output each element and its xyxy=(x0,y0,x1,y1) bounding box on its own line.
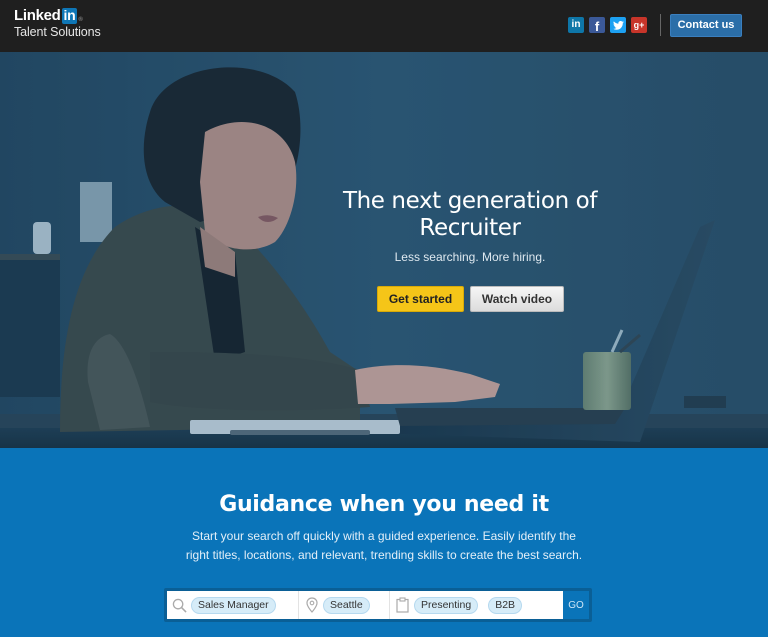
logo-text: Linked xyxy=(14,7,61,24)
location-search-field[interactable]: Seattle xyxy=(299,591,390,619)
skill-chip[interactable]: B2B xyxy=(488,596,523,614)
search-fields: Sales Manager Seattle Presenting B2B GO xyxy=(167,591,589,619)
facebook-icon[interactable]: f xyxy=(589,17,605,33)
hero-title: The next generation of Recruiter xyxy=(342,188,598,241)
linkedin-talent-solutions-logo[interactable]: Linked in ® Talent Solutions xyxy=(14,7,101,39)
hero-subtitle: Less searching. More hiring. xyxy=(394,250,546,264)
location-chip[interactable]: Seattle xyxy=(323,596,370,614)
twitter-icon[interactable] xyxy=(610,17,626,33)
google-plus-icon[interactable]: g+ xyxy=(631,17,647,33)
logo-in-badge: in xyxy=(61,6,78,24)
clipboard-icon xyxy=(395,597,410,613)
registered-mark: ® xyxy=(78,16,83,23)
title-chip[interactable]: Sales Manager xyxy=(191,596,276,614)
guidance-description: Start your search off quickly with a gui… xyxy=(185,529,583,562)
guidance-section: Guidance when you need it Start your sea… xyxy=(0,448,768,637)
skill-chip[interactable]: Presenting xyxy=(414,596,479,614)
guidance-title: Guidance when you need it xyxy=(219,492,549,517)
search-icon xyxy=(172,597,187,613)
top-navigation-bar: Linked in ® Talent Solutions in f g+ Con… xyxy=(0,0,768,52)
watch-video-button[interactable]: Watch video xyxy=(470,286,564,312)
title-search-field[interactable]: Sales Manager xyxy=(167,591,299,619)
guided-search-bar: Sales Manager Seattle Presenting B2B GO xyxy=(164,588,592,622)
hero-section: The next generation of Recruiter Less se… xyxy=(0,52,768,448)
linkedin-icon[interactable]: in xyxy=(568,17,584,33)
social-links: in f g+ xyxy=(568,17,647,33)
logo-subtitle: Talent Solutions xyxy=(14,25,101,39)
twitter-bird-glyph xyxy=(612,20,624,30)
logo-wordmark: Linked in ® xyxy=(14,7,101,24)
location-pin-icon xyxy=(304,597,319,613)
contact-us-button[interactable]: Contact us xyxy=(670,14,742,37)
get-started-button[interactable]: Get started xyxy=(377,286,464,312)
header-divider xyxy=(660,14,661,36)
skills-search-field[interactable]: Presenting B2B xyxy=(390,591,563,619)
go-button[interactable]: GO xyxy=(563,591,589,619)
